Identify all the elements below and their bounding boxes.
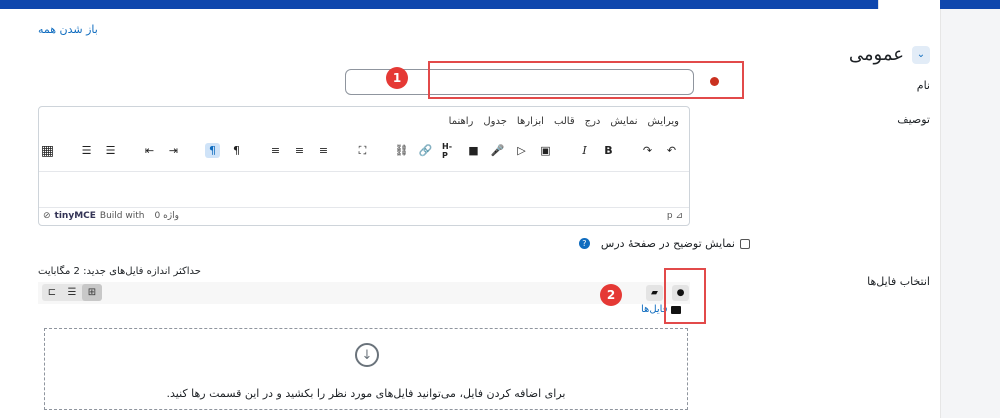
numbered-list-icon[interactable]: ☰ <box>103 143 118 158</box>
chevron-down-icon[interactable]: ⌄ <box>912 45 930 64</box>
show-description-label: نمایش توضیح در صفحهٔ درس <box>600 237 735 250</box>
editor-toolbar: ↶ ↷ B I ▣ ▷ 🎤 ■ H-P 🔗 ⛓ ⛶ ≡ ≡ ≡ ¶ ¶ ⇥ ⇤ … <box>40 142 679 160</box>
image-icon[interactable]: ▣ <box>538 143 553 158</box>
menu-tools[interactable]: ابزارها <box>517 116 544 127</box>
rtl-icon[interactable]: ¶ <box>205 143 220 158</box>
menu-table[interactable]: جدول <box>483 116 507 127</box>
description-label: توصیف <box>897 113 930 126</box>
name-label: نام <box>916 79 930 92</box>
rich-text-editor[interactable]: ویرایش نمایش درج قالب ابزارها جدول راهنم… <box>38 106 690 226</box>
navbar-tab[interactable] <box>878 0 940 9</box>
fullscreen-icon[interactable]: ⛶ <box>355 143 370 158</box>
list-view-icon[interactable]: ☰ <box>62 284 82 301</box>
tinymce-brand: tinyMCE <box>54 211 96 221</box>
link-icon[interactable]: 🔗 <box>418 143 433 158</box>
view-switcher: ⊏ ☰ ⊞ <box>42 284 102 301</box>
annotation-highlight-1 <box>428 61 744 99</box>
align-right-icon[interactable]: ≡ <box>268 143 283 158</box>
annotation-badge-1: 1 <box>386 67 408 89</box>
media-icon[interactable]: ▷ <box>514 143 529 158</box>
file-dropzone[interactable]: ↓ برای اضافه کردن فایل، می‌توانید فایل‌ه… <box>44 328 688 410</box>
files-label: انتخاب فایل‌ها <box>867 275 930 288</box>
unlink-icon[interactable]: ⛓ <box>394 143 409 158</box>
tree-view-icon[interactable]: ⊏ <box>42 284 62 301</box>
bullet-list-icon[interactable]: ☰ <box>79 143 94 158</box>
editor-content-area[interactable] <box>39 171 689 207</box>
undo-icon[interactable]: ↶ <box>664 143 679 158</box>
align-center-icon[interactable]: ≡ <box>292 143 307 158</box>
editor-menubar: ویرایش نمایش درج قالب ابزارها جدول راهنم… <box>449 116 679 127</box>
menu-format[interactable]: قالب <box>554 116 575 127</box>
top-navbar <box>0 0 1000 9</box>
menu-help[interactable]: راهنما <box>449 116 474 127</box>
italic-icon[interactable]: I <box>577 143 592 158</box>
redo-icon[interactable]: ↷ <box>640 143 655 158</box>
menu-edit[interactable]: ویرایش <box>648 116 679 127</box>
record-video-icon[interactable]: ■ <box>466 143 481 158</box>
calculator-icon[interactable]: ▦ <box>40 143 55 159</box>
h5p-icon[interactable]: H-P <box>442 142 457 160</box>
element-path[interactable]: p ⊿ <box>667 211 683 221</box>
show-description-row: نمایش توضیح در صفحهٔ درس ? <box>578 237 750 250</box>
max-file-size-text: حداکثر اندازه فایل‌های جدید: 2 مگابایت <box>38 266 201 277</box>
expand-all-link[interactable]: باز شدن همه <box>38 23 98 36</box>
indent-icon[interactable]: ⇥ <box>166 143 181 158</box>
tinymce-branding[interactable]: ⊘ tinyMCE Build with 0 واژه <box>43 211 179 221</box>
section-title: عمومی <box>848 44 904 65</box>
right-side-panel <box>940 9 1000 418</box>
outdent-icon[interactable]: ⇤ <box>142 143 157 158</box>
help-icon[interactable]: ? <box>578 238 590 249</box>
word-count: 0 واژه <box>154 211 179 221</box>
tinymce-logo-icon: ⊘ <box>43 211 51 221</box>
create-folder-icon[interactable]: ▰ <box>646 285 663 301</box>
grid-view-icon[interactable]: ⊞ <box>82 284 102 301</box>
menu-view[interactable]: نمایش <box>610 116 637 127</box>
annotation-highlight-2 <box>664 268 706 324</box>
show-description-checkbox[interactable] <box>740 238 750 249</box>
section-header: ⌄ عمومی <box>849 44 930 65</box>
ltr-icon[interactable]: ¶ <box>229 143 244 158</box>
dropzone-text: برای اضافه کردن فایل، می‌توانید فایل‌های… <box>166 387 566 400</box>
bold-icon[interactable]: B <box>601 143 616 158</box>
download-arrow-icon: ↓ <box>355 343 379 367</box>
record-audio-icon[interactable]: 🎤 <box>490 143 505 158</box>
menu-insert[interactable]: درج <box>585 116 601 127</box>
built-with-text: Build with <box>99 211 145 221</box>
align-left-icon[interactable]: ≡ <box>316 143 331 158</box>
filepicker-toolbar: ⊏ ☰ ⊞ ▰ ● <box>38 282 690 304</box>
annotation-badge-2: 2 <box>600 284 622 306</box>
editor-statusbar: ⊘ tinyMCE Build with 0 واژه p ⊿ <box>39 207 689 225</box>
